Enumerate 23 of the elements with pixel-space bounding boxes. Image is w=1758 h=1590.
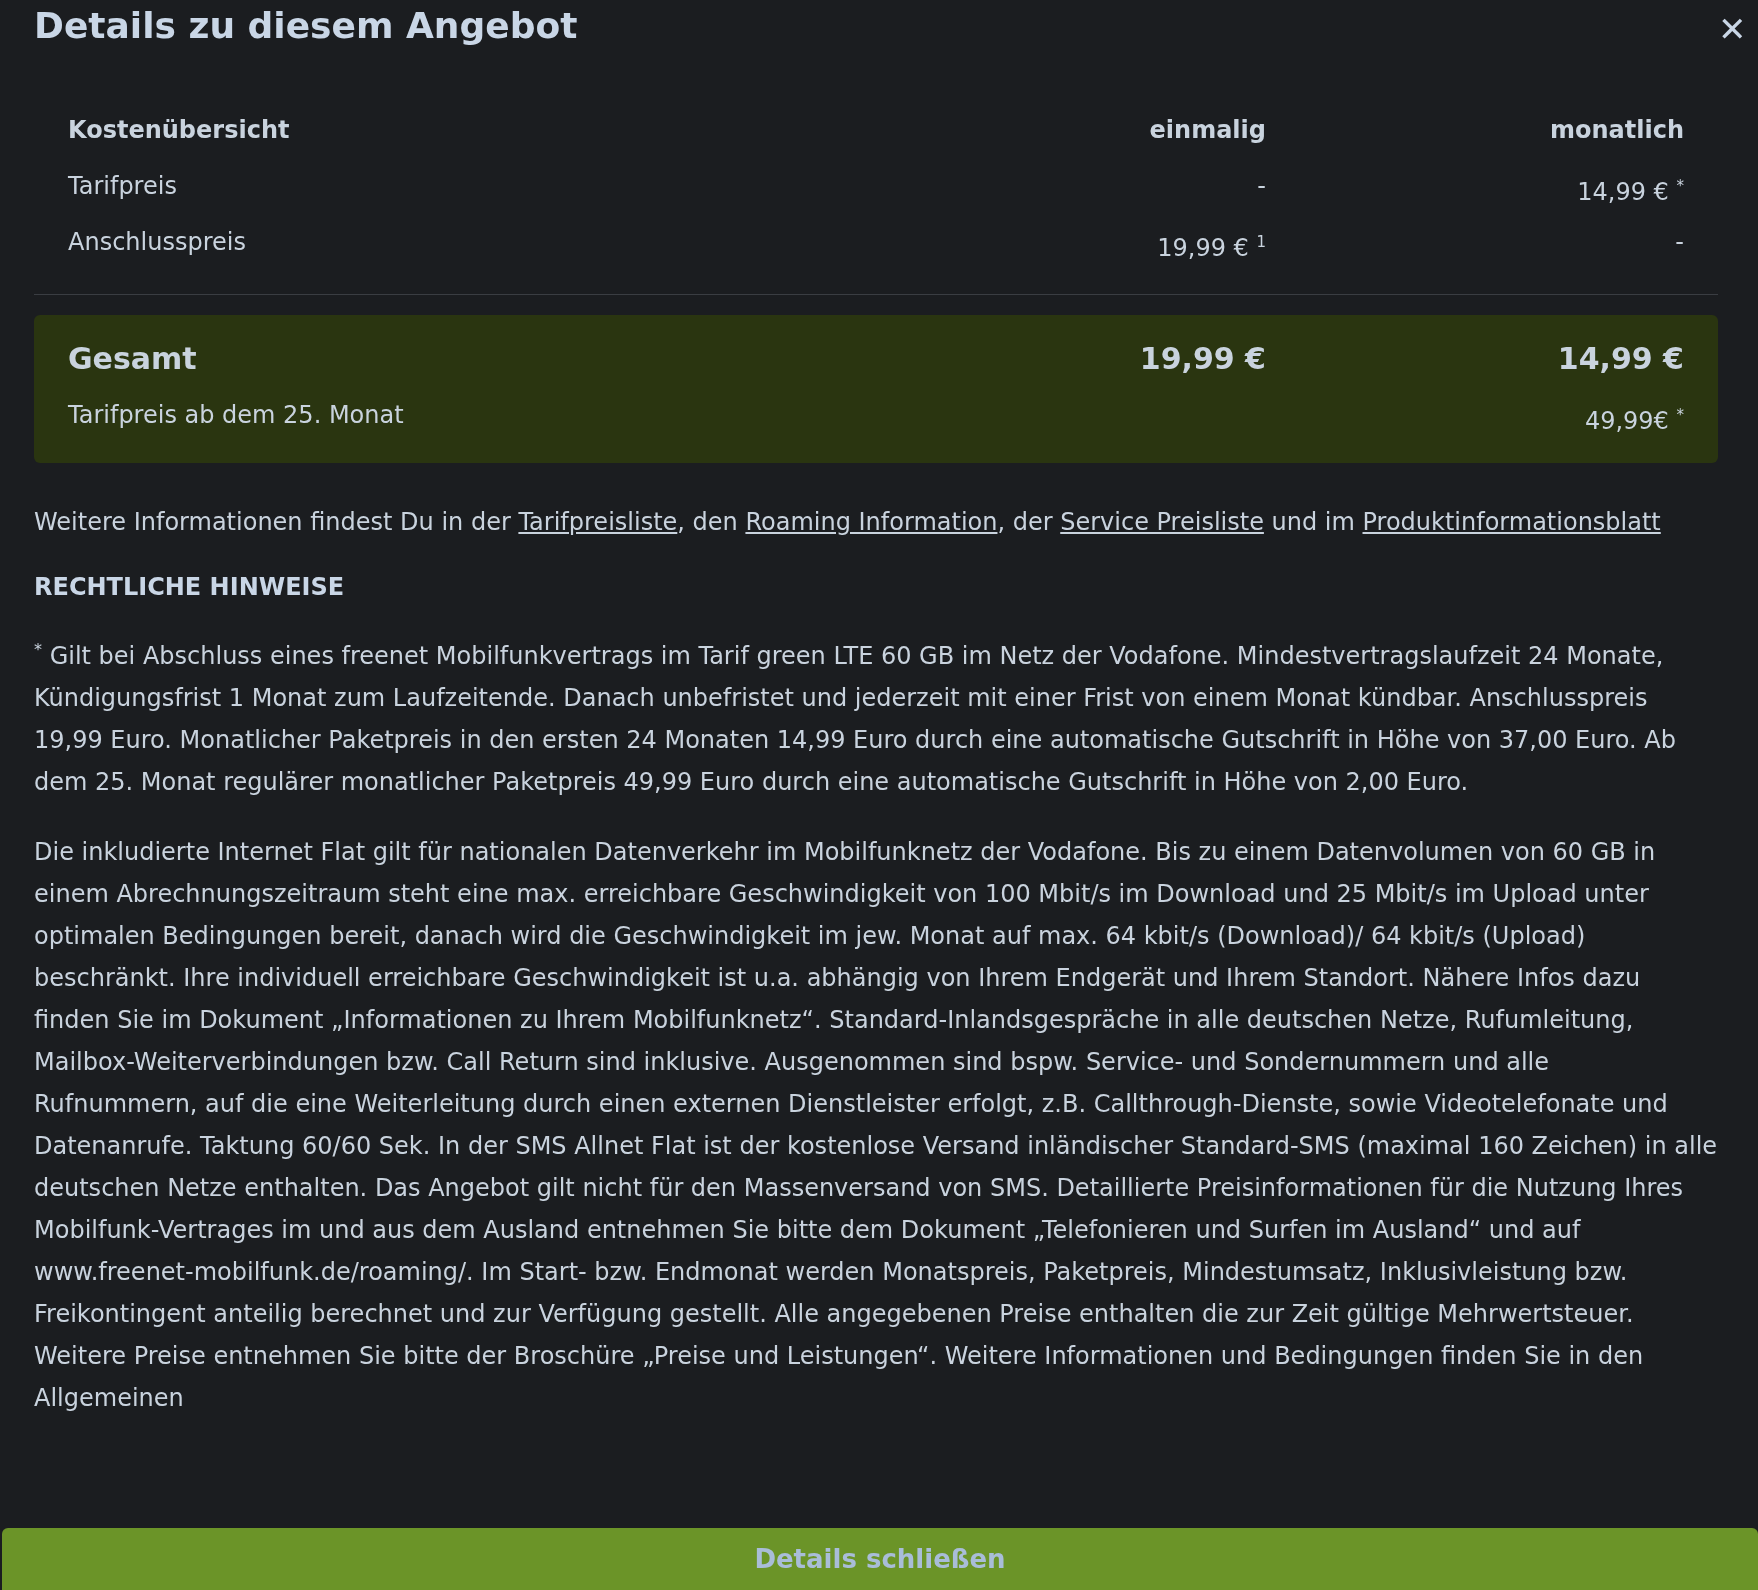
info-text: Weitere Informationen findest Du in der Tarifpreisliste, den Roaming Information, der Service Preisliste und im Produktinformationsblatt bbox=[34, 507, 1662, 538]
table-cell-text: 19,99 € $^{1}$ bbox=[1156, 232, 1266, 264]
total-once: 19,99 € bbox=[1138, 340, 1266, 378]
document-link[interactable]: Produktinformationsblatt bbox=[1362, 508, 1661, 536]
dialog-title: Details zu diesem Angebot bbox=[34, 4, 578, 48]
document-link[interactable]: Tarifpreisliste bbox=[518, 508, 678, 536]
later-price: 49,99€ $^{*}$ bbox=[1583, 405, 1684, 437]
legal-heading: RECHTLICHE HINWEISE bbox=[34, 573, 346, 601]
legal-paragraph: Die inkludierte Internet Flat gilt für nationalen Datenverkehr im Mobilfunknetz der Vodafone. Bis zu einem Datenvolumen von 60 GB in einem Abrechnungszeitraum steht eine max. erreichbare Geschwindigkeit von 100 Mbit/s im Download und 25 Mbit/s im Upload unter optimalen Bedingungen bereit, danach wird die Geschwindigkeit im jew. Monat auf max. 64 kbit/s (Download)/ 64 kbit/s (Upload) beschränkt. Ihre individuell erreichbare Geschwindigkeit ist u.a. abhängig von Ihrem Endgerät und Ihrem Standort. Nähere Infos dazu finden Sie im Dokument „Informationen zu Ihrem Mobilfunknetz“. Standard-Inlandsgespräche in alle deutschen Netze, Rufumleitung, Mailbox-Weiterverbindungen bzw. Call Return sind inklusive. Ausgenommen sind bspw. Service- und Sondernummern und alle Rufnummern, auf die eine Weiterleitung durch einen externen Dienstleister erfolgt, z.B. Callthrough-Dienste, sowie Videotelefonate und Datenanrufe. Taktung 60/60 Sek. In der SMS Allnet Flat ist der kostenlose Versand inländischer Standard-SMS (maximal 160 Zeichen) in alle deutschen Netze enthalten. Das Angebot gilt nicht für den Massenversand von SMS. Detaillierte Preisinformationen für die Nutzung Ihres Mobilfunk-Vertrages im und aus dem Ausland entnehmen Sie bitte dem Dokument „Telefonieren und Surfen im Ausland“ und auf www.freenet-mobilfunk.de/roaming/. Im Start- bzw. Endmonat werden Monatspreis, Paketpreis, Mindestumsatz, Inklusivleistung bzw. Freikontingent anteilig berechnet und zur Verfügung gestellt. Alle angegebenen Preise enthalten die zur Zeit gültige Mehrwertsteuer. Weitere Preise entnehmen Sie bitte der Broschüre „Preise und Leistungen“. Weitere Informationen und Bedingungen finden Sie in den Allgemeinen bbox=[34, 837, 1718, 1414]
table-cell-text: 14,99 € $^{*}$ bbox=[1576, 176, 1684, 208]
column-header: einmalig bbox=[1148, 115, 1266, 146]
later-price-label: Tarifpreis ab dem 25. Monat bbox=[68, 400, 405, 431]
total-label: Gesamt bbox=[68, 340, 198, 378]
column-header: monatlich bbox=[1549, 115, 1684, 146]
row-label: Anschlusspreis bbox=[68, 227, 247, 258]
table-cell-text: - bbox=[1256, 171, 1266, 202]
document-link[interactable]: Roaming Information bbox=[745, 508, 998, 536]
column-header: Kostenübersicht bbox=[68, 115, 291, 146]
total-monthly: 14,99 € bbox=[1556, 340, 1684, 378]
row-label: Tarifpreis bbox=[68, 171, 178, 202]
table-cell-text: - bbox=[1674, 227, 1684, 258]
legal-paragraph: $^{*}$ Gilt bei Abschluss eines freenet Mobilfunkvertrags im Tarif green LTE 60 GB im Netz der Vodafone. Mindestvertragslaufzeit 24 Monate, Kündigungsfrist 1 Monat zum Laufzeitende. Danach unbefristet und jederzeit mit einer Frist von einem Monat kündbar. Anschlusspreis 19,99 Euro. Monatlicher Paketpreis in den ersten 24 Monaten 14,99 Euro durch eine automatische Gutschrift in Höhe von 37,00 Euro. Ab dem 25. Monat regulärer monatlicher Paketpreis 49,99 Euro durch eine automatische Gutschrift in Höhe von 2,00 Euro. bbox=[34, 639, 1677, 798]
document-link[interactable]: Service Preisliste bbox=[1060, 508, 1264, 536]
